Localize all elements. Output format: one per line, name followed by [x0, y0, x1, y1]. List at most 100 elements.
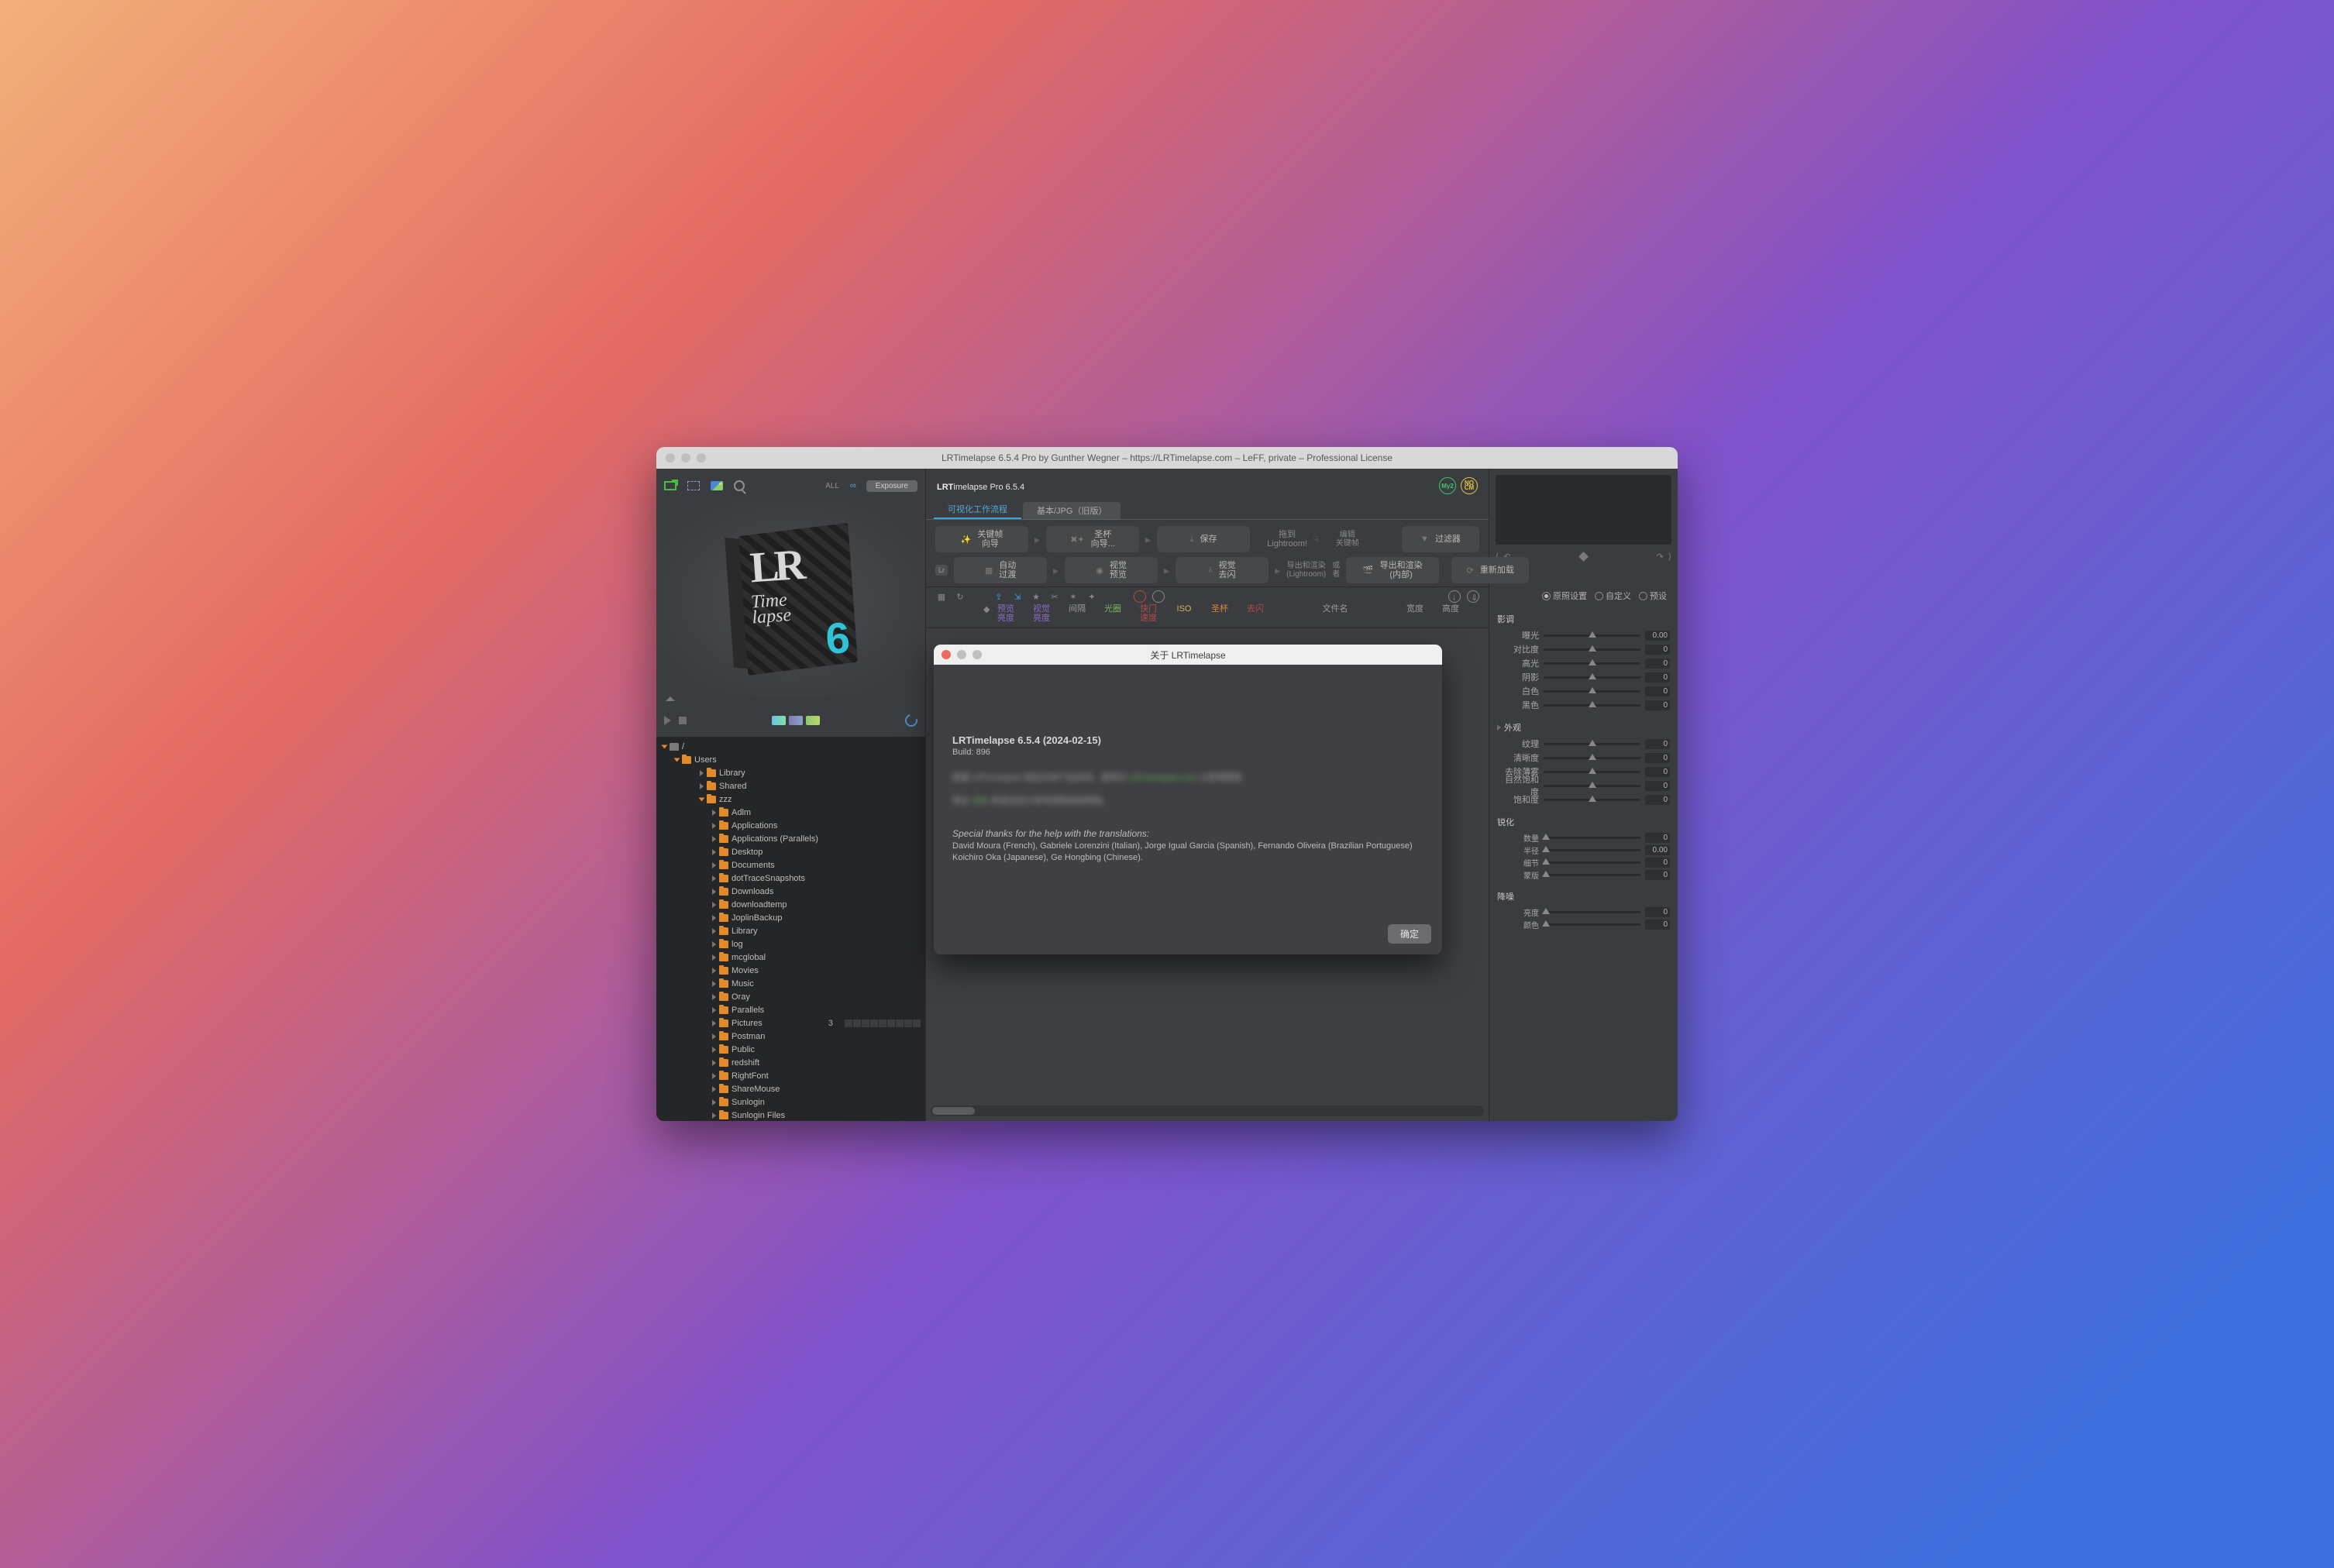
nocm-badge[interactable]: NO CM — [1461, 477, 1478, 494]
chevron-up-icon[interactable] — [666, 696, 675, 701]
slider-value[interactable]: 0 — [1645, 753, 1670, 763]
tree-node[interactable]: mcglobal — [656, 951, 925, 964]
keyframe-diamond-icon[interactable] — [1578, 552, 1589, 562]
export-folder-icon[interactable] — [664, 481, 676, 490]
disclosure-triangle-icon[interactable] — [712, 1073, 716, 1079]
disclosure-triangle-icon[interactable] — [699, 797, 705, 801]
tree-node[interactable]: log — [656, 937, 925, 951]
slider-value[interactable]: 0 — [1645, 781, 1670, 791]
wb-asshot-radio[interactable]: 原照设置 — [1542, 590, 1587, 602]
disclosure-triangle-icon[interactable] — [712, 928, 716, 934]
tree-node[interactable]: Postman — [656, 1030, 925, 1043]
scissors-icon[interactable]: ✂ — [1048, 590, 1061, 603]
slider-value[interactable]: 0.00 — [1645, 845, 1670, 855]
col-holy[interactable]: 圣杯 — [1202, 604, 1238, 623]
slider-value[interactable]: 0 — [1645, 658, 1670, 669]
slider-track[interactable] — [1544, 662, 1640, 665]
tree-node[interactable]: Sunlogin Files — [656, 1109, 925, 1121]
tree-node[interactable]: Oray — [656, 990, 925, 1003]
slider-track[interactable] — [1544, 743, 1640, 745]
slider-track[interactable] — [1544, 704, 1640, 707]
slider-track[interactable] — [1544, 849, 1640, 851]
tree-node[interactable]: Sunlogin — [656, 1095, 925, 1109]
slider-handle[interactable] — [1589, 754, 1596, 760]
seq-icon-2[interactable] — [789, 716, 803, 725]
grid-icon[interactable]: ▦ — [935, 590, 948, 603]
slider-handle[interactable] — [1542, 846, 1550, 852]
exposure-pill[interactable]: Exposure — [866, 480, 917, 492]
slider-handle[interactable] — [1542, 908, 1550, 914]
disclosure-triangle-icon[interactable] — [712, 994, 716, 1000]
slider-handle[interactable] — [1542, 871, 1550, 877]
disclosure-triangle-icon[interactable] — [674, 758, 680, 762]
slider-track[interactable] — [1544, 648, 1640, 651]
slider-handle[interactable] — [1589, 782, 1596, 788]
col-filename[interactable]: 文件名 — [1273, 604, 1397, 623]
slider-handle[interactable] — [1542, 920, 1550, 927]
play-button[interactable] — [664, 716, 671, 725]
star-icon[interactable]: ★ — [1030, 590, 1042, 603]
disclosure-triangle-icon[interactable] — [712, 1047, 716, 1053]
slider-track[interactable] — [1544, 923, 1640, 926]
col-preview-lum[interactable]: 预览 亮度 — [988, 604, 1024, 623]
disclosure-triangle-icon[interactable] — [712, 1060, 716, 1066]
export-icon[interactable]: ⇲ — [1011, 590, 1024, 603]
slider-handle[interactable] — [1589, 645, 1596, 652]
slider-handle[interactable] — [1589, 796, 1596, 802]
search-icon[interactable] — [734, 480, 745, 491]
slider-value[interactable]: 0 — [1645, 672, 1670, 683]
seq-icon-3[interactable] — [806, 716, 820, 725]
slider-handle[interactable] — [1589, 631, 1596, 638]
last-kf-icon[interactable]: ⟩ — [1668, 552, 1671, 562]
save-button[interactable]: ⤓ 保存 — [1157, 526, 1250, 552]
slider-value[interactable]: 0 — [1645, 739, 1670, 749]
tree-node[interactable]: Users — [656, 753, 925, 766]
slider-handle[interactable] — [1589, 687, 1596, 693]
disclosure-triangle-icon[interactable] — [712, 1086, 716, 1092]
bug-icon[interactable]: ✶ — [1067, 590, 1079, 603]
tree-node[interactable]: Movies — [656, 964, 925, 977]
slider-value[interactable]: 0.00 — [1645, 631, 1670, 641]
tab-visual-workflow[interactable]: 可视化工作流程 — [934, 500, 1021, 519]
disclosure-triangle-icon[interactable] — [712, 902, 716, 908]
tree-node[interactable]: Parallels — [656, 1003, 925, 1016]
slider-handle[interactable] — [1589, 740, 1596, 746]
disclosure-triangle-icon[interactable] — [712, 1099, 716, 1106]
col-visual-lum[interactable]: 视觉 亮度 — [1024, 604, 1059, 623]
slider-track[interactable] — [1544, 757, 1640, 759]
slider-value[interactable]: 0 — [1645, 858, 1670, 868]
disclosure-triangle-icon[interactable] — [662, 744, 668, 748]
slider-value[interactable]: 0 — [1645, 907, 1670, 917]
all-label[interactable]: ALL — [825, 482, 839, 490]
slider-handle[interactable] — [1589, 768, 1596, 774]
caret-icon[interactable] — [1497, 724, 1501, 731]
slider-track[interactable] — [1544, 911, 1640, 913]
tree-node[interactable]: zzz — [656, 793, 925, 806]
slider-track[interactable] — [1544, 874, 1640, 876]
tree-node[interactable]: Public — [656, 1043, 925, 1056]
disclosure-triangle-icon[interactable] — [712, 1112, 716, 1119]
tree-node[interactable]: ShareMouse — [656, 1082, 925, 1095]
slider-value[interactable]: 0 — [1645, 833, 1670, 843]
circle2-icon[interactable] — [1152, 590, 1165, 603]
disclosure-triangle-icon[interactable] — [712, 1020, 716, 1026]
wb-custom-radio[interactable]: 自定义 — [1595, 590, 1631, 602]
wb-preset-radio[interactable]: 预设 — [1639, 590, 1667, 602]
disclosure-triangle-icon[interactable] — [712, 849, 716, 855]
slider-handle[interactable] — [1589, 673, 1596, 679]
tree-node[interactable]: Shared — [656, 779, 925, 793]
picture-icon[interactable] — [711, 481, 723, 490]
disclosure-triangle-icon[interactable] — [712, 941, 716, 947]
col-height[interactable]: 高度 — [1433, 604, 1468, 623]
circle-icon[interactable] — [1134, 590, 1146, 603]
slider-handle[interactable] — [1589, 701, 1596, 707]
slider-handle[interactable] — [1589, 659, 1596, 665]
tree-node[interactable]: Pictures3 — [656, 1016, 925, 1030]
col-width[interactable]: 宽度 — [1397, 604, 1433, 623]
keyframe-wizard-button[interactable]: ✨ 关键帧 向导 — [935, 526, 1028, 552]
tree-node[interactable]: Library — [656, 766, 925, 779]
my2-badge[interactable]: My2 — [1439, 477, 1456, 494]
disclosure-triangle-icon[interactable] — [712, 915, 716, 921]
next-kf-icon[interactable]: ↷ — [1656, 552, 1663, 562]
slider-track[interactable] — [1544, 771, 1640, 773]
